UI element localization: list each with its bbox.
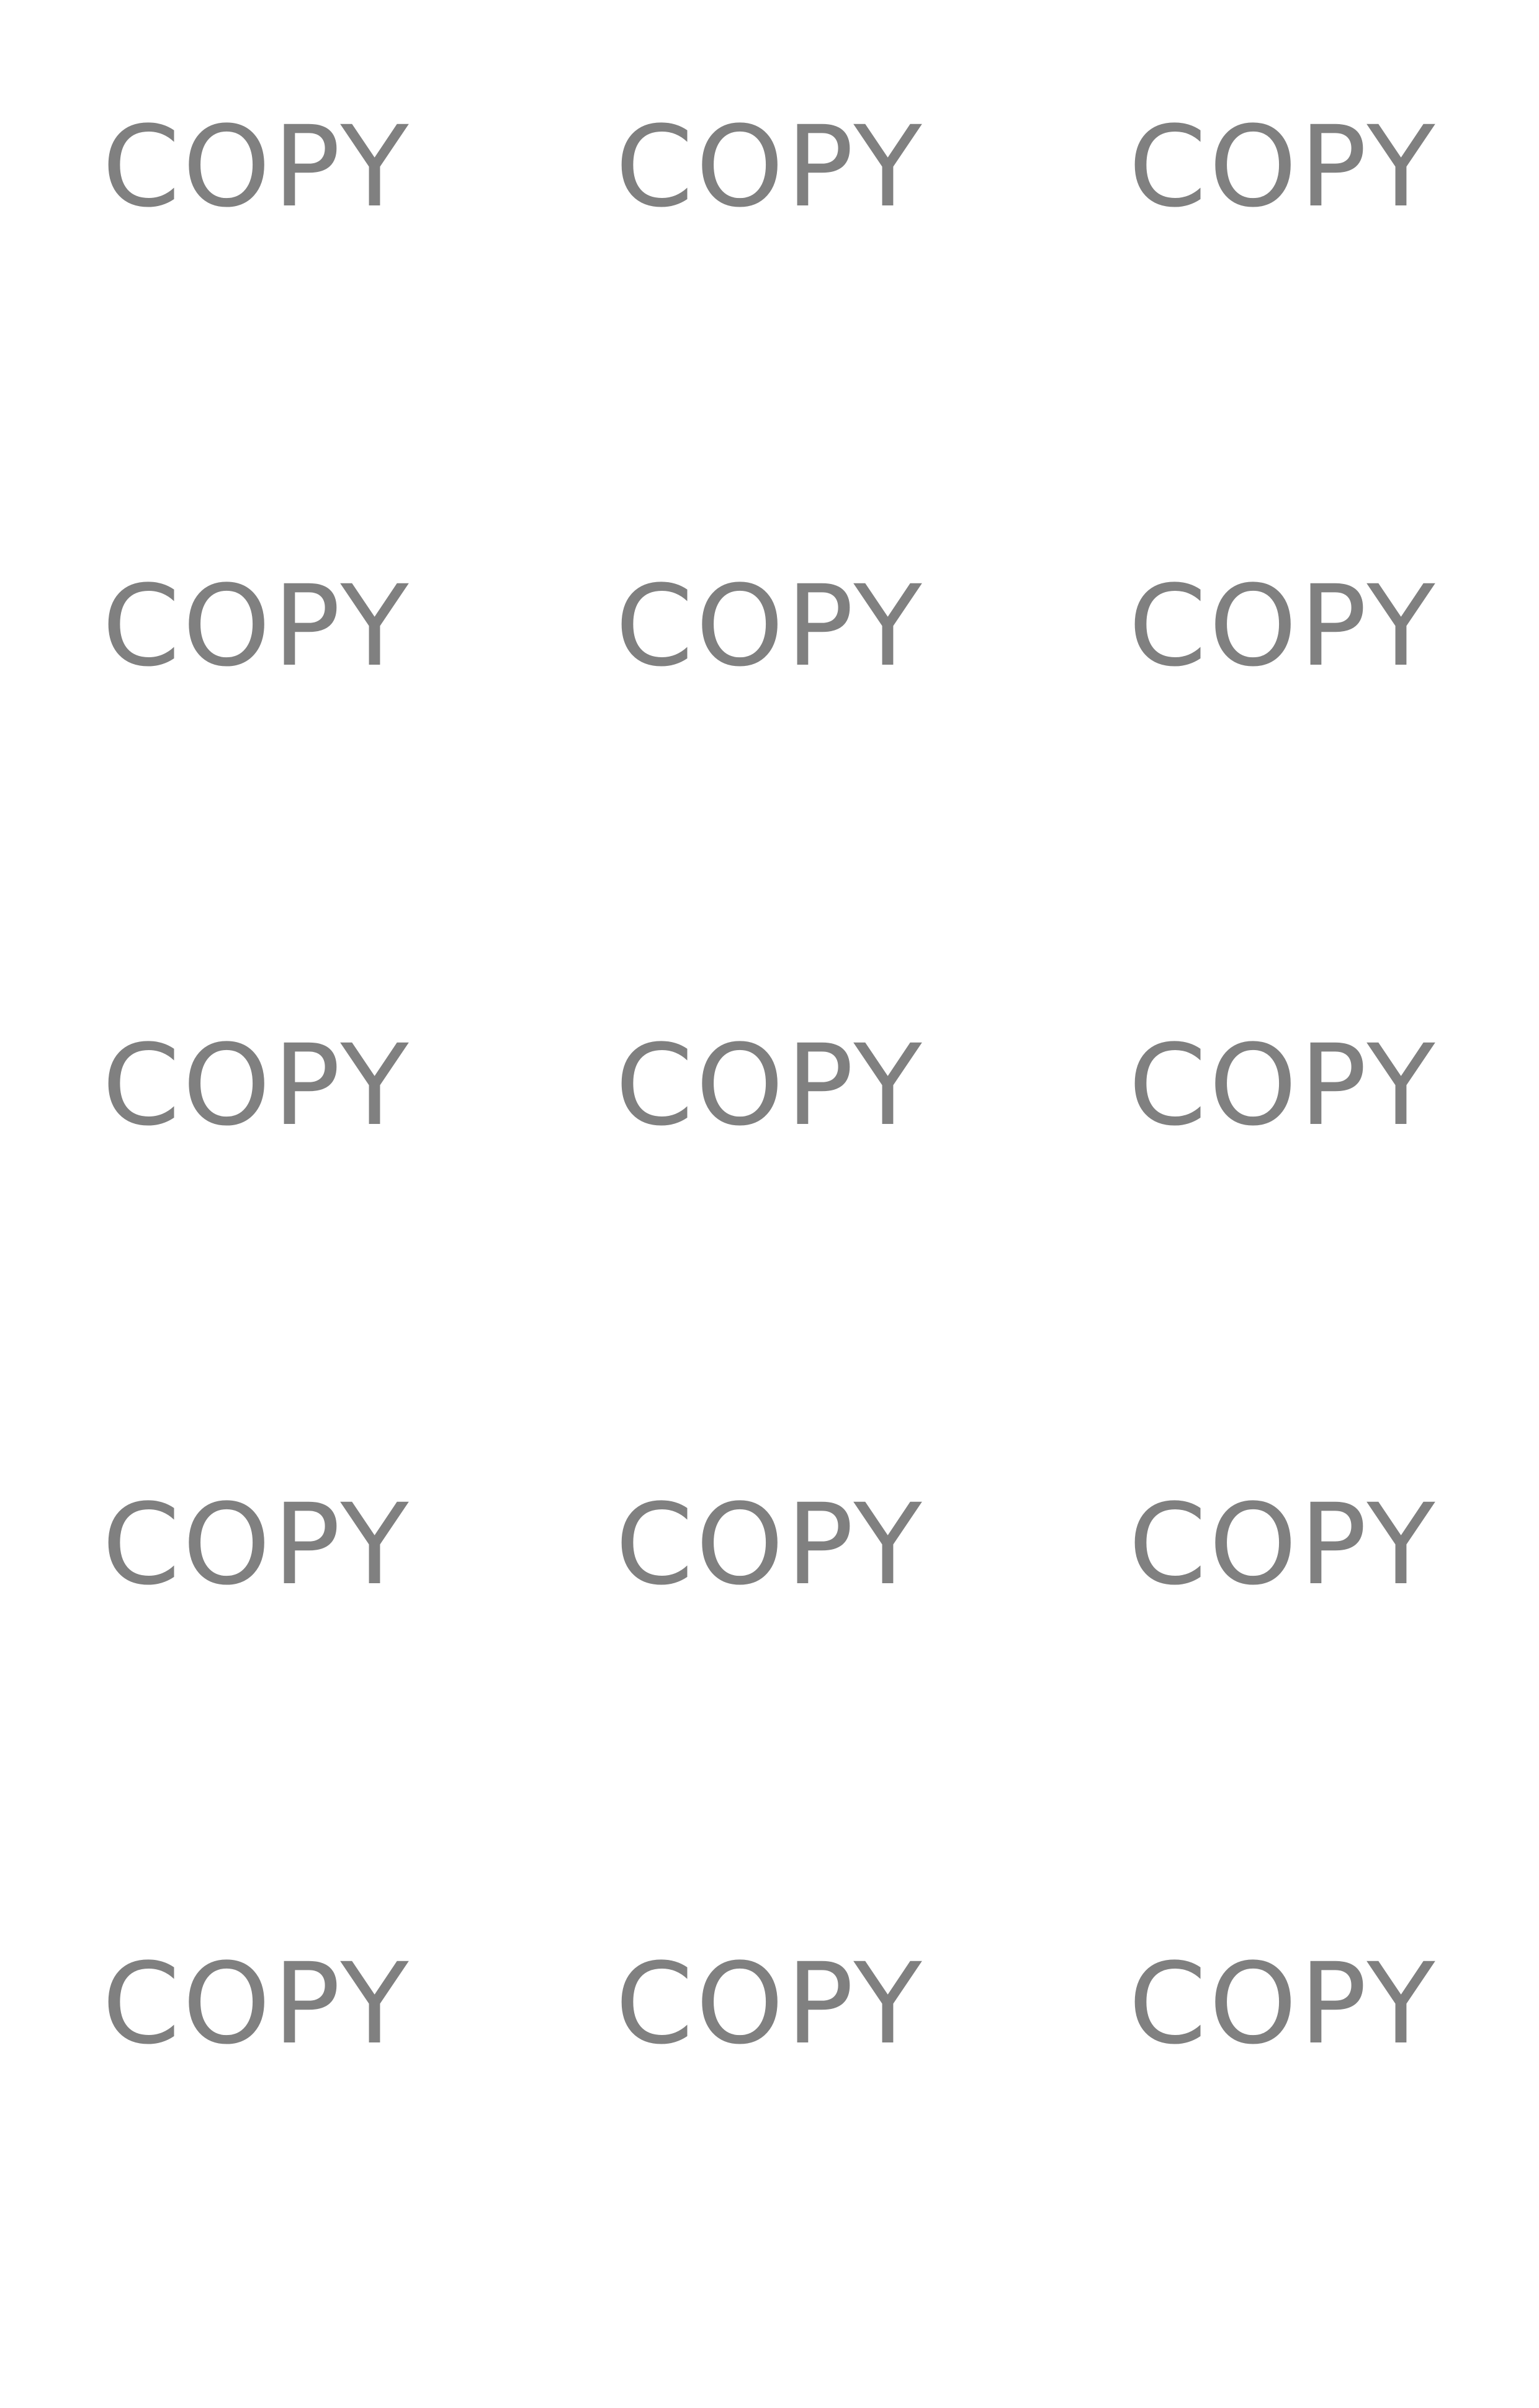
document-page: COPY COPY COPY COPY COPY COPY COPY COPY …	[0, 0, 1539, 2177]
watermark-copy: COPY	[615, 1021, 925, 1151]
watermark-copy: COPY	[615, 1939, 925, 2069]
watermark-copy: COPY	[615, 562, 925, 691]
watermark-copy: COPY	[615, 1480, 925, 1610]
watermark-copy: COPY	[1128, 1480, 1438, 1610]
watermark-copy: COPY	[615, 102, 925, 232]
watermark-copy: COPY	[102, 1021, 411, 1151]
watermark-copy: COPY	[102, 102, 411, 232]
watermark-copy: COPY	[1128, 1939, 1438, 2069]
watermark-copy: COPY	[1128, 1021, 1438, 1151]
watermark-copy: COPY	[102, 1480, 411, 1610]
watermark-grid: COPY COPY COPY COPY COPY COPY COPY COPY …	[0, 0, 1539, 2177]
watermark-copy: COPY	[102, 562, 411, 691]
watermark-copy: COPY	[1128, 562, 1438, 691]
watermark-copy: COPY	[1128, 102, 1438, 232]
watermark-copy: COPY	[102, 1939, 411, 2069]
